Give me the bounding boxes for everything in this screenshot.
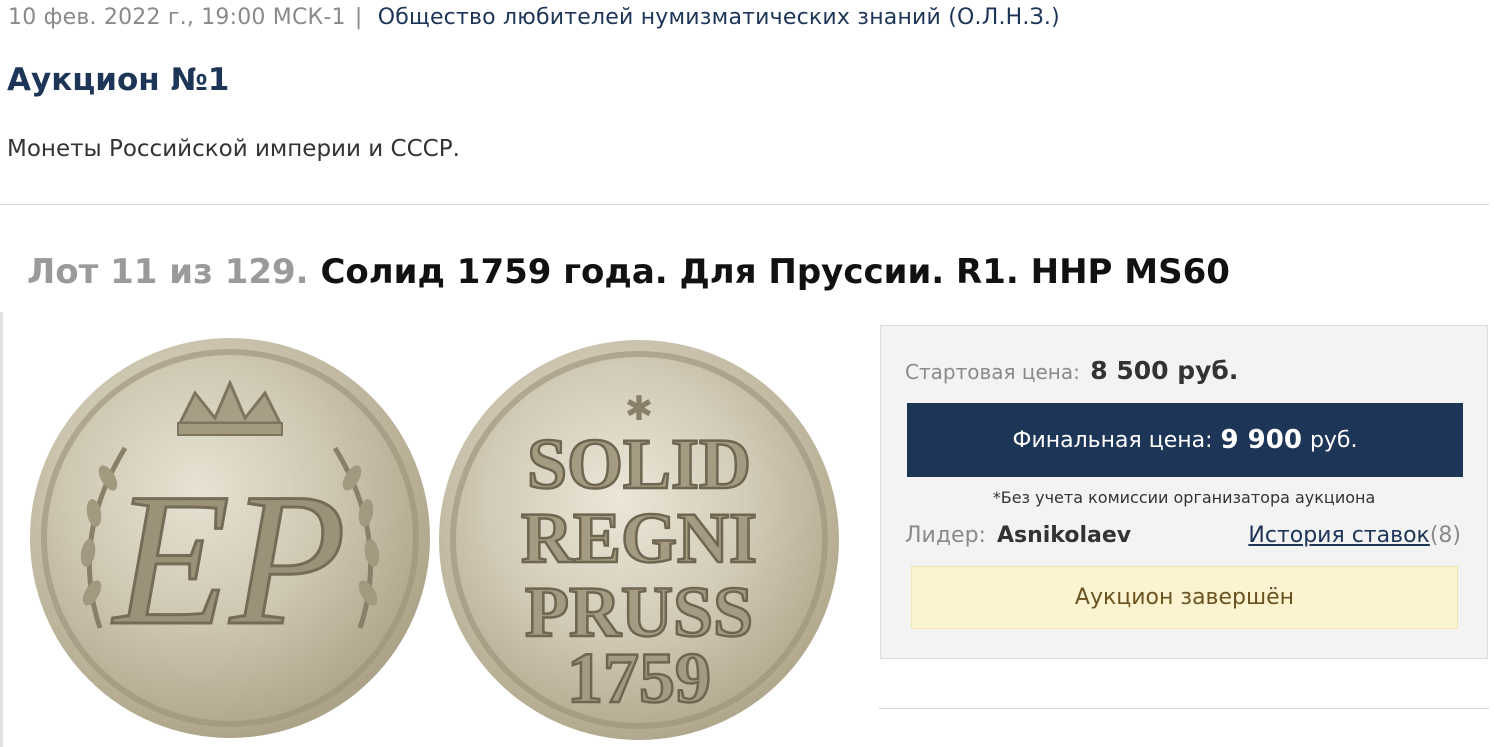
organizer-link[interactable]: Общество любителей нумизматических знани… [378, 5, 1060, 30]
bid-count: (8) [1429, 523, 1461, 548]
start-price-label: Стартовая цена: [905, 360, 1080, 384]
final-price-bar: Финальная цена: 9 900 руб. [907, 403, 1463, 477]
final-price-label: Финальная цена: [1012, 427, 1213, 453]
section-divider [0, 204, 1489, 205]
leader-info: Лидер: Asnikolaev [905, 523, 1131, 548]
auction-meta: 10 фев. 2022 г., 19:00 МСК-1 | Общество … [8, 5, 1060, 30]
price-panel: Стартовая цена: 8 500 руб. Финальная цен… [880, 325, 1488, 659]
bid-history-link[interactable]: История ставок [1248, 523, 1429, 548]
start-price: Стартовая цена: 8 500 руб. [905, 356, 1238, 385]
auction-description: Монеты Российской империи и СССР. [7, 136, 460, 162]
obverse-monogram: ЕР [111, 455, 346, 665]
leader-name: Asnikolaev [996, 523, 1132, 548]
reverse-line-1: SOLID [527, 424, 751, 504]
lot-number: Лот 11 из 129. [27, 252, 309, 292]
panel-bottom-divider [879, 708, 1489, 709]
bid-history: История ставок(8) [1248, 523, 1461, 548]
auction-status: Аукцион завершён [911, 566, 1458, 629]
lot-heading: Лот 11 из 129. Солид 1759 года. Для Прус… [27, 252, 1230, 292]
lot-title: Солид 1759 года. Для Пруссии. R1. ННР MS… [320, 252, 1230, 292]
commission-note: *Без учета комиссии организатора аукцион… [992, 488, 1376, 507]
leader-label: Лидер: [905, 523, 986, 548]
meta-separator: | [354, 5, 363, 30]
coin-obverse-art: ЕР [30, 338, 430, 738]
final-price-amount: 9 900 [1220, 425, 1302, 455]
start-price-value: 8 500 руб. [1090, 356, 1239, 385]
auction-title[interactable]: Аукцион №1 [7, 62, 229, 98]
reverse-line-4: 1759 [567, 638, 711, 718]
final-price-currency: руб. [1309, 427, 1358, 453]
auction-date: 10 фев. 2022 г., 19:00 МСК-1 [8, 5, 346, 30]
svg-text:✱: ✱ [625, 391, 654, 428]
reverse-line-2: REGNI [521, 498, 757, 578]
coin-obverse-image[interactable]: ЕР [30, 338, 430, 738]
coin-reverse-art: ✱ SOLID REGNI PRUSS 1759 [439, 340, 839, 740]
gallery-edge [0, 312, 3, 747]
coin-reverse-image[interactable]: ✱ SOLID REGNI PRUSS 1759 [439, 340, 839, 740]
